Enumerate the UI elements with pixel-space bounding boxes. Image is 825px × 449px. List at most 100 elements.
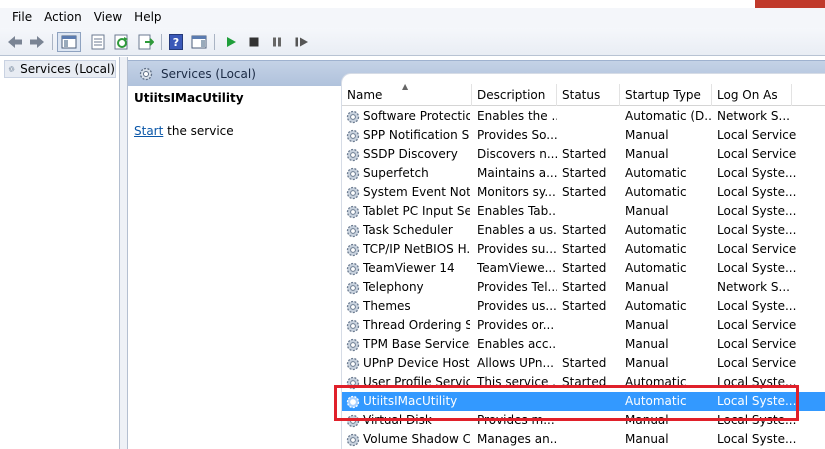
menu-items: File Action View Help [6, 9, 168, 25]
svg-text:?: ? [173, 36, 179, 49]
show-hide-console-tree-icon[interactable] [57, 32, 81, 52]
service-status [562, 335, 622, 354]
service-gear-icon [345, 261, 361, 277]
table-row[interactable]: Volume Shadow C... Manages an... Manual Loc… [342, 430, 825, 449]
table-row[interactable]: Virtual Disk Provides m... Manual Local Sys… [342, 411, 825, 430]
table-row[interactable]: TCP/IP NetBIOS H... Provides su... Started… [342, 240, 825, 259]
service-description: Provides So... [477, 128, 557, 142]
service-status [562, 392, 622, 411]
services-gear-icon [8, 66, 15, 72]
service-name: Telephony [363, 280, 424, 294]
show-hide-action-pane-icon[interactable] [190, 32, 208, 52]
table-row[interactable]: Superfetch Maintains a... Started Automatic… [342, 164, 825, 183]
properties-icon[interactable] [89, 32, 107, 52]
service-startup-type: Manual [625, 147, 669, 161]
service-gear-icon [345, 375, 361, 391]
service-startup-type: Automatic (D... [625, 109, 713, 123]
service-log-on-as: Local Service [717, 318, 797, 332]
services-gear-icon [139, 67, 153, 80]
table-row[interactable]: Telephony Provides Tel... Started Manual Net… [342, 278, 825, 297]
service-name: SSDP Discovery [363, 147, 458, 161]
column-status[interactable]: Status [557, 84, 620, 106]
service-startup-type: Manual [625, 413, 669, 427]
service-name: TeamViewer 14 [363, 261, 455, 275]
table-row[interactable]: TPM Base Services Enables acc... Manual Loc… [342, 335, 825, 354]
pane-splitter[interactable] [120, 57, 128, 449]
start-service-suffix: the service [163, 124, 234, 138]
service-status: Started [562, 185, 607, 199]
back-arrow-icon[interactable] [6, 32, 24, 52]
service-log-on-as: Local Syste... [717, 299, 797, 313]
service-startup-type: Automatic [625, 166, 687, 180]
table-row[interactable]: UtiitsIMacUtility Automatic Local Syste... [342, 392, 825, 411]
table-row[interactable]: Task Scheduler Enables a us... Started Auto… [342, 221, 825, 240]
table-row[interactable]: SPP Notification S... Provides So... Manua… [342, 126, 825, 145]
service-startup-type: Manual [625, 204, 669, 218]
play-icon[interactable] [222, 32, 240, 52]
menu-view[interactable]: View [88, 9, 128, 25]
selected-service-title: UtiitsIMacUtility [134, 91, 244, 105]
help-icon[interactable]: ? [167, 32, 185, 52]
service-name: TPM Base Services [363, 337, 470, 351]
service-gear-icon [345, 128, 361, 144]
table-row[interactable]: TeamViewer 14 TeamViewe... Started Automati… [342, 259, 825, 278]
service-description: Discovers n... [477, 147, 557, 161]
tree-item-label: Services (Local) [20, 62, 115, 76]
table-row[interactable]: SSDP Discovery Discovers n... Started Manua… [342, 145, 825, 164]
service-description: Enables a us... [477, 223, 557, 237]
service-status: Started [562, 261, 607, 275]
service-status [562, 316, 622, 335]
service-name: Software Protection [363, 109, 470, 123]
service-status: Started [562, 356, 607, 370]
service-gear-icon [345, 356, 361, 372]
services-header-label: Services (Local) [161, 66, 256, 81]
restart-icon[interactable] [291, 32, 313, 52]
table-row[interactable]: System Event Noti... Monitors sy... Starte… [342, 183, 825, 202]
tree-item-services-local[interactable]: Services (Local) [4, 60, 116, 78]
service-status: Started [562, 280, 607, 294]
service-gear-icon [345, 413, 361, 429]
forward-arrow-icon[interactable] [28, 32, 46, 52]
service-startup-type: Automatic [625, 185, 687, 199]
service-startup-type: Automatic [625, 261, 687, 275]
column-name[interactable]: ▲ Name [342, 82, 472, 106]
service-name: Superfetch [363, 166, 429, 180]
stop-icon[interactable] [245, 32, 263, 52]
menu-help[interactable]: Help [128, 9, 167, 25]
menu-action[interactable]: Action [38, 9, 88, 25]
start-service-link[interactable]: Start [134, 124, 163, 138]
service-description: TeamViewe... [477, 261, 557, 275]
service-name: Themes [363, 299, 411, 313]
column-log-on-as[interactable]: Log On As [712, 84, 792, 106]
service-description: Manages an... [477, 432, 557, 446]
table-row[interactable]: Thread Ordering S... Provides or... Manual… [342, 316, 825, 335]
table-row[interactable]: Tablet PC Input Se... Enables Tab... Manua… [342, 202, 825, 221]
table-row[interactable]: User Profile Service This service ... Star… [342, 373, 825, 392]
service-startup-type: Automatic [625, 375, 687, 389]
service-gear-icon [345, 109, 361, 125]
service-status: Started [562, 375, 607, 389]
table-row[interactable]: UPnP Device Host Allows UPn... Started Manu… [342, 354, 825, 373]
menu-file[interactable]: File [6, 9, 38, 25]
services-pane: Services (Local) UtiitsIMacUtility Start… [128, 57, 825, 449]
service-status [562, 107, 622, 126]
service-log-on-as: Local Syste... [717, 261, 797, 275]
services-list: ▲ Name Description Status Startup Type L… [341, 73, 825, 449]
pause-icon[interactable] [268, 32, 286, 52]
service-name: System Event Noti... [363, 185, 470, 199]
service-name: Task Scheduler [363, 223, 453, 237]
service-action: Start the service [134, 124, 234, 138]
table-row[interactable]: Software Protection Enables the ... Automa… [342, 107, 825, 126]
column-description[interactable]: Description [472, 84, 557, 106]
service-log-on-as: Local Syste... [717, 166, 797, 180]
sort-ascending-icon: ▲ [402, 82, 409, 91]
refresh-icon[interactable] [113, 32, 131, 52]
table-row[interactable]: Themes Provides us... Started Automatic Loca… [342, 297, 825, 316]
column-startup-type[interactable]: Startup Type [620, 84, 712, 106]
toolbar: ? [0, 28, 825, 56]
service-gear-icon [345, 432, 361, 448]
export-list-icon[interactable] [137, 32, 155, 52]
service-description: Monitors sy... [477, 185, 556, 199]
service-startup-type: Automatic [625, 223, 687, 237]
service-gear-icon [345, 280, 361, 296]
